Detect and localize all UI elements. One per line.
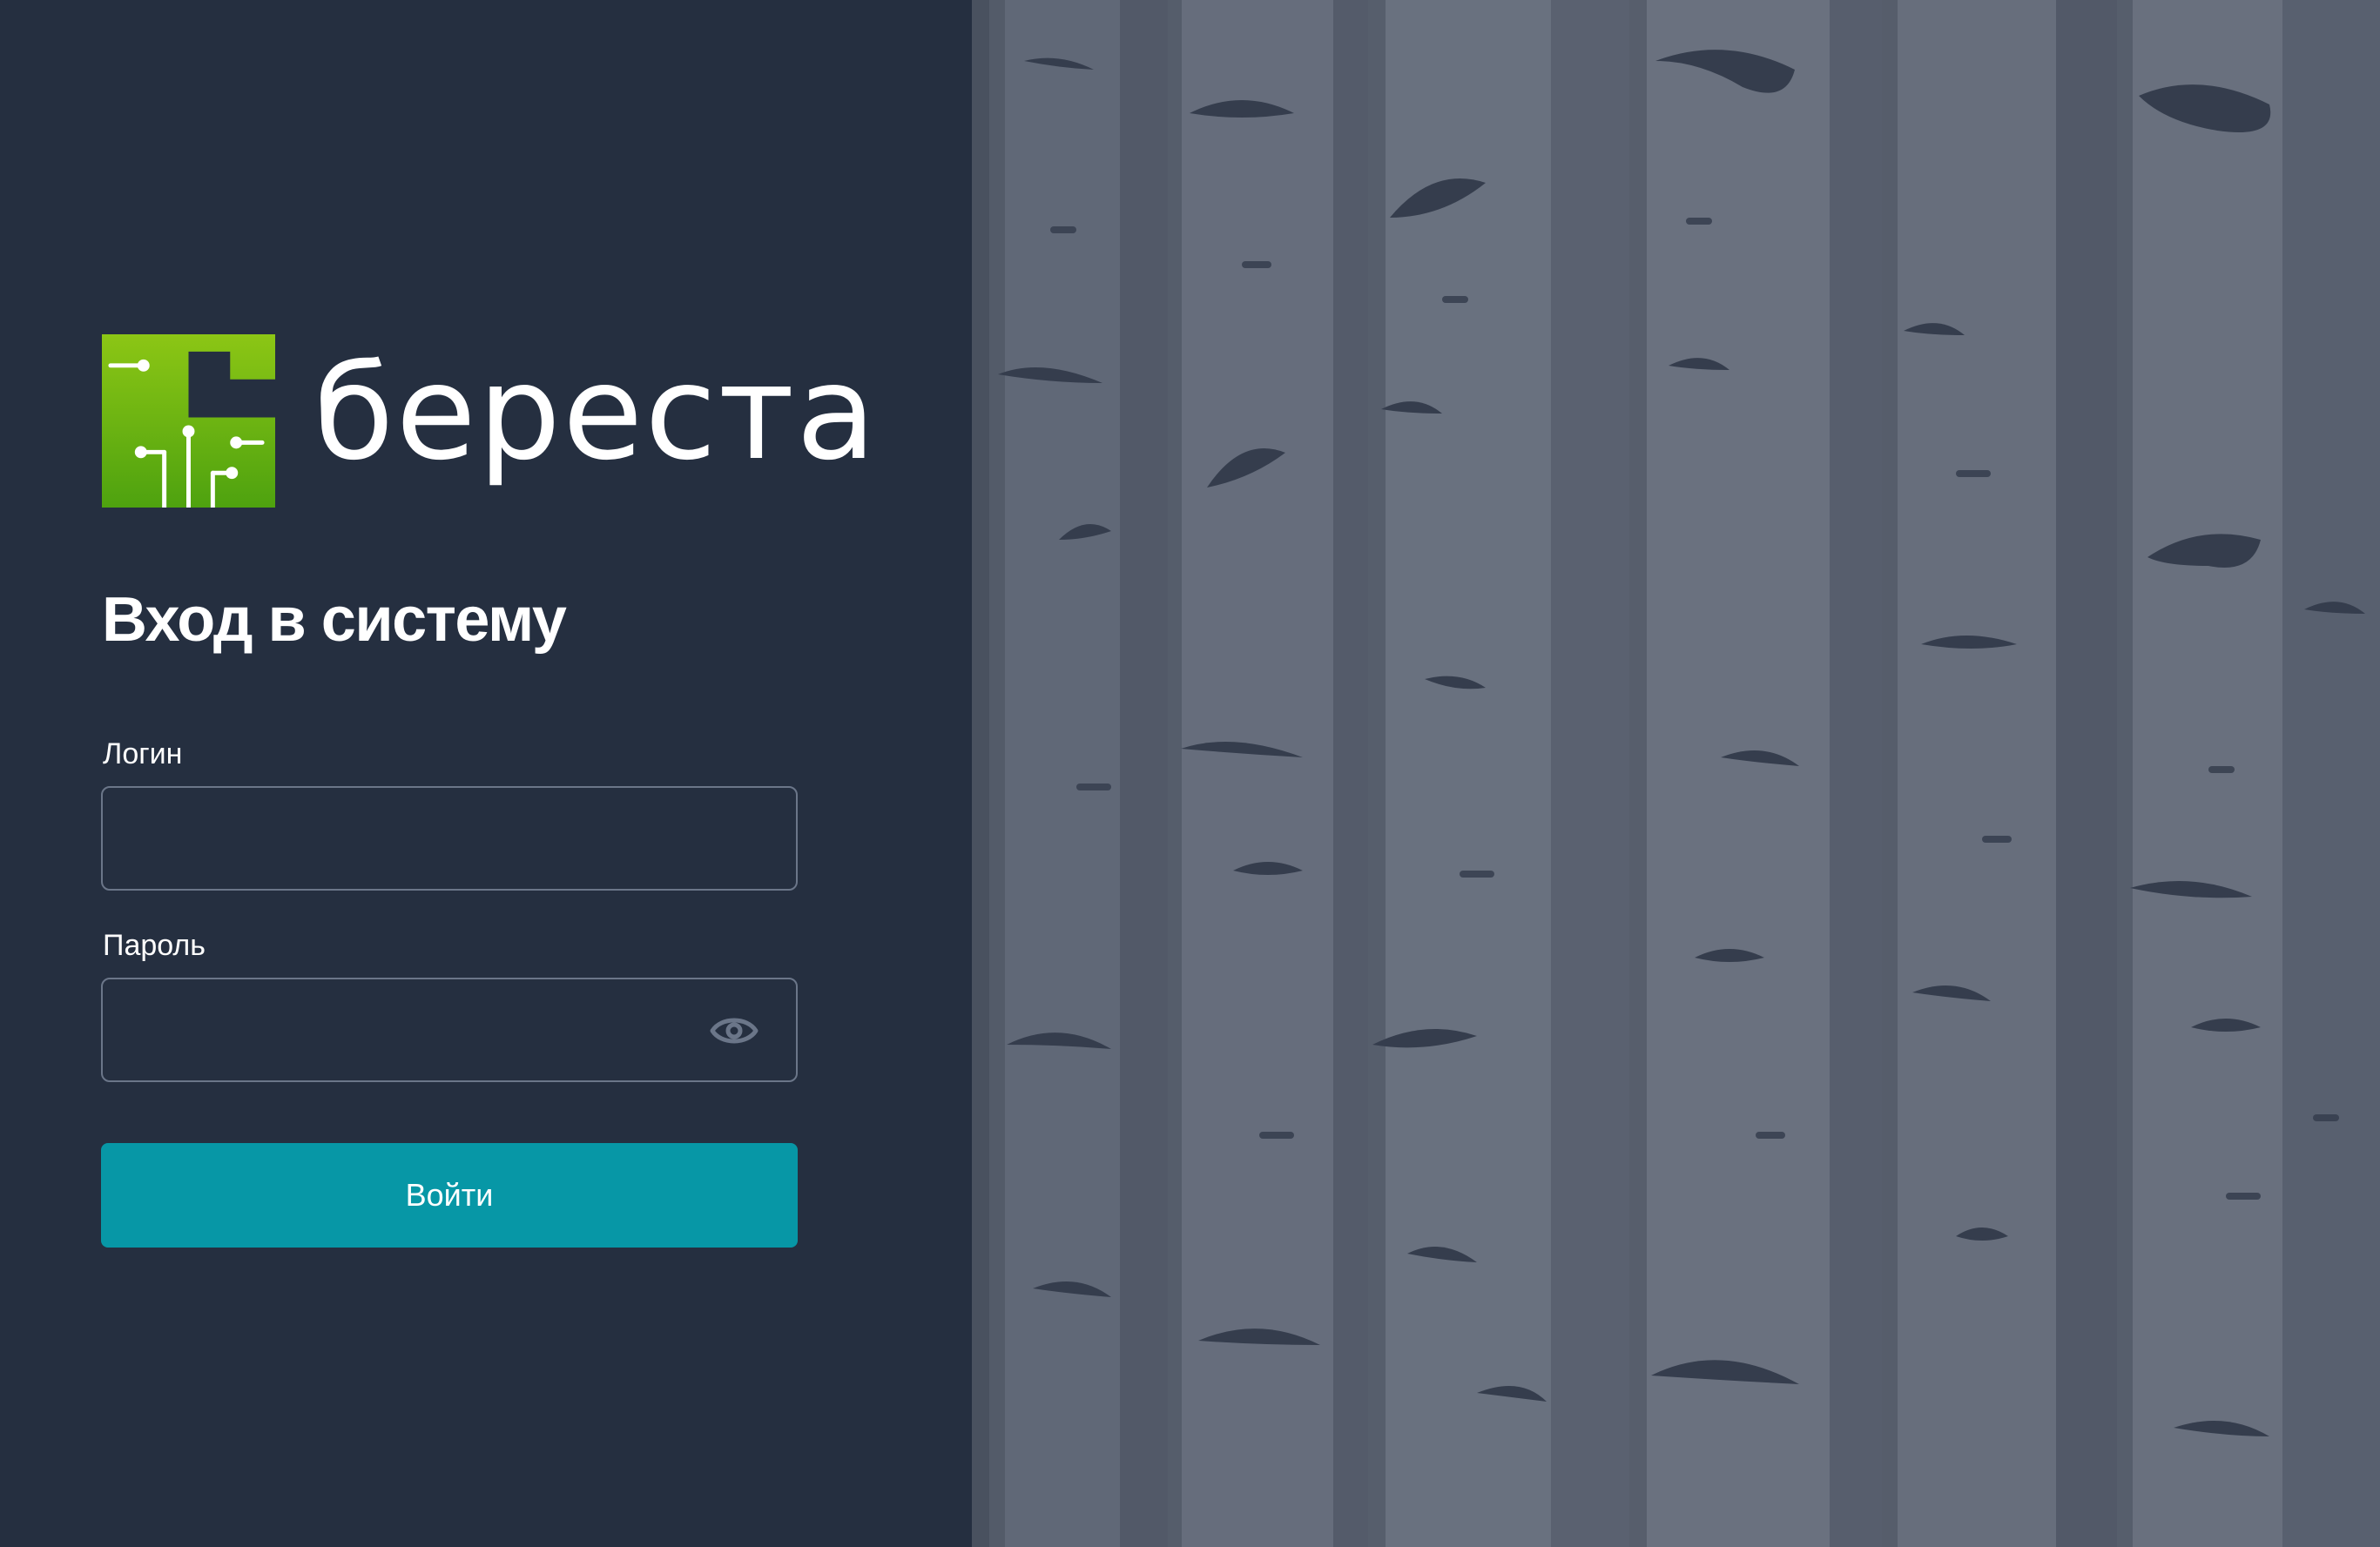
background-illustration	[972, 0, 2380, 1547]
password-label: Пароль	[103, 929, 206, 962]
brand-name: береста	[314, 337, 879, 489]
logo-mark-icon	[102, 334, 275, 508]
login-input[interactable]	[103, 788, 796, 889]
password-field-wrapper	[101, 978, 798, 1082]
login-field-wrapper	[101, 786, 798, 891]
login-label: Логин	[103, 737, 183, 770]
password-input[interactable]	[103, 979, 796, 1080]
brand-logo: береста	[102, 334, 878, 508]
login-button[interactable]: Войти	[101, 1143, 798, 1248]
login-page: береста Вход в систему Логин Пароль Войт…	[0, 0, 2380, 1547]
eye-icon[interactable]	[709, 1012, 759, 1050]
page-title: Вход в систему	[102, 585, 567, 655]
login-panel: береста Вход в систему Логин Пароль Войт…	[0, 0, 972, 1547]
birch-trees-image	[972, 0, 2380, 1547]
